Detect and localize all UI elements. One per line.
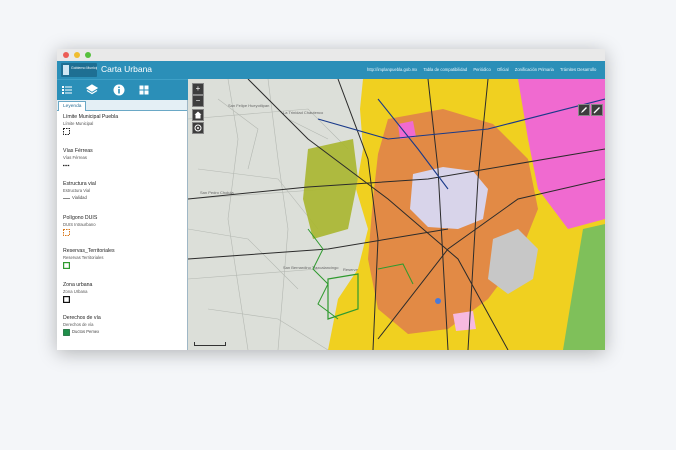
legend-tabbar: Leyenda (57, 100, 187, 111)
legend-section-vias-ferreas: Vías Férreas Vías Férreas (63, 148, 183, 182)
draw-tool-button[interactable] (591, 104, 603, 116)
header-link-periodico[interactable]: Periódico (473, 67, 490, 72)
legend-section-title: Estructura vial (63, 181, 96, 187)
legend-section-zona-urbana: Zona urbana Zona Urbana (63, 282, 183, 316)
edit-icon (593, 107, 600, 114)
map-zone-historic-center[interactable] (410, 167, 488, 229)
logo-mark-icon (63, 65, 69, 75)
header-link-procedures[interactable]: Trámites Desarrollo (560, 67, 596, 72)
locate-icon (194, 124, 202, 132)
legend-section-estructura-vial: Estructura vial Estructura Vial Vialidad (63, 181, 183, 215)
close-window-button[interactable] (63, 52, 69, 58)
legend-item: Vialidad (63, 194, 183, 203)
legend-section-title: Polígono DUIS (63, 214, 98, 221)
legend-list: Límite Municipal Puebla Límite Municipal… (63, 114, 183, 349)
municipal-logo[interactable]: Gobierno Municipal (61, 63, 97, 77)
legend-item-label: Vialidad (72, 195, 87, 200)
legend-item (63, 295, 183, 304)
road-line-icon (63, 198, 70, 199)
legend-section-title: Vías Férreas (63, 147, 93, 154)
minimize-window-button[interactable] (74, 52, 80, 58)
green-box-icon (63, 262, 70, 269)
map-label-chautenco: La Trinidad Chautenco (283, 110, 324, 115)
legend-section-reservas: Reservas_Territoriales Reservas Territor… (63, 248, 183, 282)
pencil-icon (581, 107, 587, 113)
home-button[interactable] (192, 109, 204, 121)
legend-section-limite-municipal: Límite Municipal Puebla Límite Municipal (63, 114, 183, 148)
app-header: Gobierno Municipal Carta Urbana http://i… (57, 61, 605, 79)
legend-section-poligono-duis: Polígono DUIS DUIS Intraurbano (63, 215, 183, 249)
header-link-zonification[interactable]: Zonificación Primaria (515, 67, 554, 72)
map-label-cholula: San Pedro Cholula (200, 190, 234, 195)
legend-section-derechos-via: Derechos de vía Derechos de vía Ductos P… (63, 315, 183, 349)
header-link-oficial[interactable]: Oficial (497, 67, 509, 72)
map-view[interactable]: San Felipe Hueyotlipan La Trinidad Chaut… (188, 79, 605, 350)
legend-section-title: Derechos de vía (63, 315, 101, 321)
basemap-grid-icon[interactable] (137, 83, 151, 97)
black-box-icon (63, 295, 70, 303)
green-fill-icon (63, 329, 70, 336)
home-icon (194, 111, 202, 119)
legend-item (63, 261, 183, 270)
legend-section-title: Zona urbana (63, 281, 93, 288)
orange-dashed-box-icon (63, 228, 70, 236)
legend-item (63, 127, 183, 136)
legend-section-title: Límite Municipal Puebla (63, 114, 119, 120)
logo-text: Gobierno Municipal (71, 66, 97, 70)
legend-item (63, 161, 183, 170)
map-canvas[interactable]: San Felipe Hueyotlipan La Trinidad Chaut… (188, 79, 605, 350)
rail-line-icon (63, 164, 70, 166)
dashed-box-icon (63, 128, 70, 135)
map-water-feature (435, 298, 441, 304)
header-link-site[interactable]: http://implanpuebla.gob.mx (367, 67, 417, 72)
app-title: Carta Urbana (101, 64, 153, 74)
map-label-tlaxcalancingo: San Bernardino Tlaxcalancingo (283, 265, 339, 270)
zoom-in-button[interactable]: + (192, 83, 204, 95)
layers-icon[interactable] (85, 83, 99, 97)
legend-item-label: Ductos Pemex (72, 329, 100, 334)
map-zone-pink-south[interactable] (453, 311, 476, 331)
tab-legend[interactable]: Leyenda (58, 101, 87, 111)
header-links: http://implanpuebla.gob.mx Tabla de comp… (367, 67, 603, 75)
legend-panel: Leyenda Límite Municipal Puebla Límite M… (57, 100, 188, 350)
legend-list-icon[interactable] (60, 83, 74, 97)
info-icon[interactable] (112, 83, 126, 97)
legend-item (63, 228, 183, 237)
legend-section-title: Reservas_Territoriales (63, 248, 115, 254)
map-label-hueyotlipan: San Felipe Hueyotlipan (228, 103, 269, 108)
maximize-window-button[interactable] (85, 52, 91, 58)
header-link-compatibility[interactable]: Tabla de compatibilidad (423, 67, 467, 72)
measure-tool-button[interactable] (578, 104, 590, 116)
zoom-out-button[interactable]: − (192, 95, 204, 107)
locate-button[interactable] (192, 122, 204, 134)
browser-window: Gobierno Municipal Carta Urbana http://i… (57, 49, 605, 350)
legend-item: Ductos Pemex (63, 328, 183, 337)
map-scale-bar (194, 342, 226, 346)
